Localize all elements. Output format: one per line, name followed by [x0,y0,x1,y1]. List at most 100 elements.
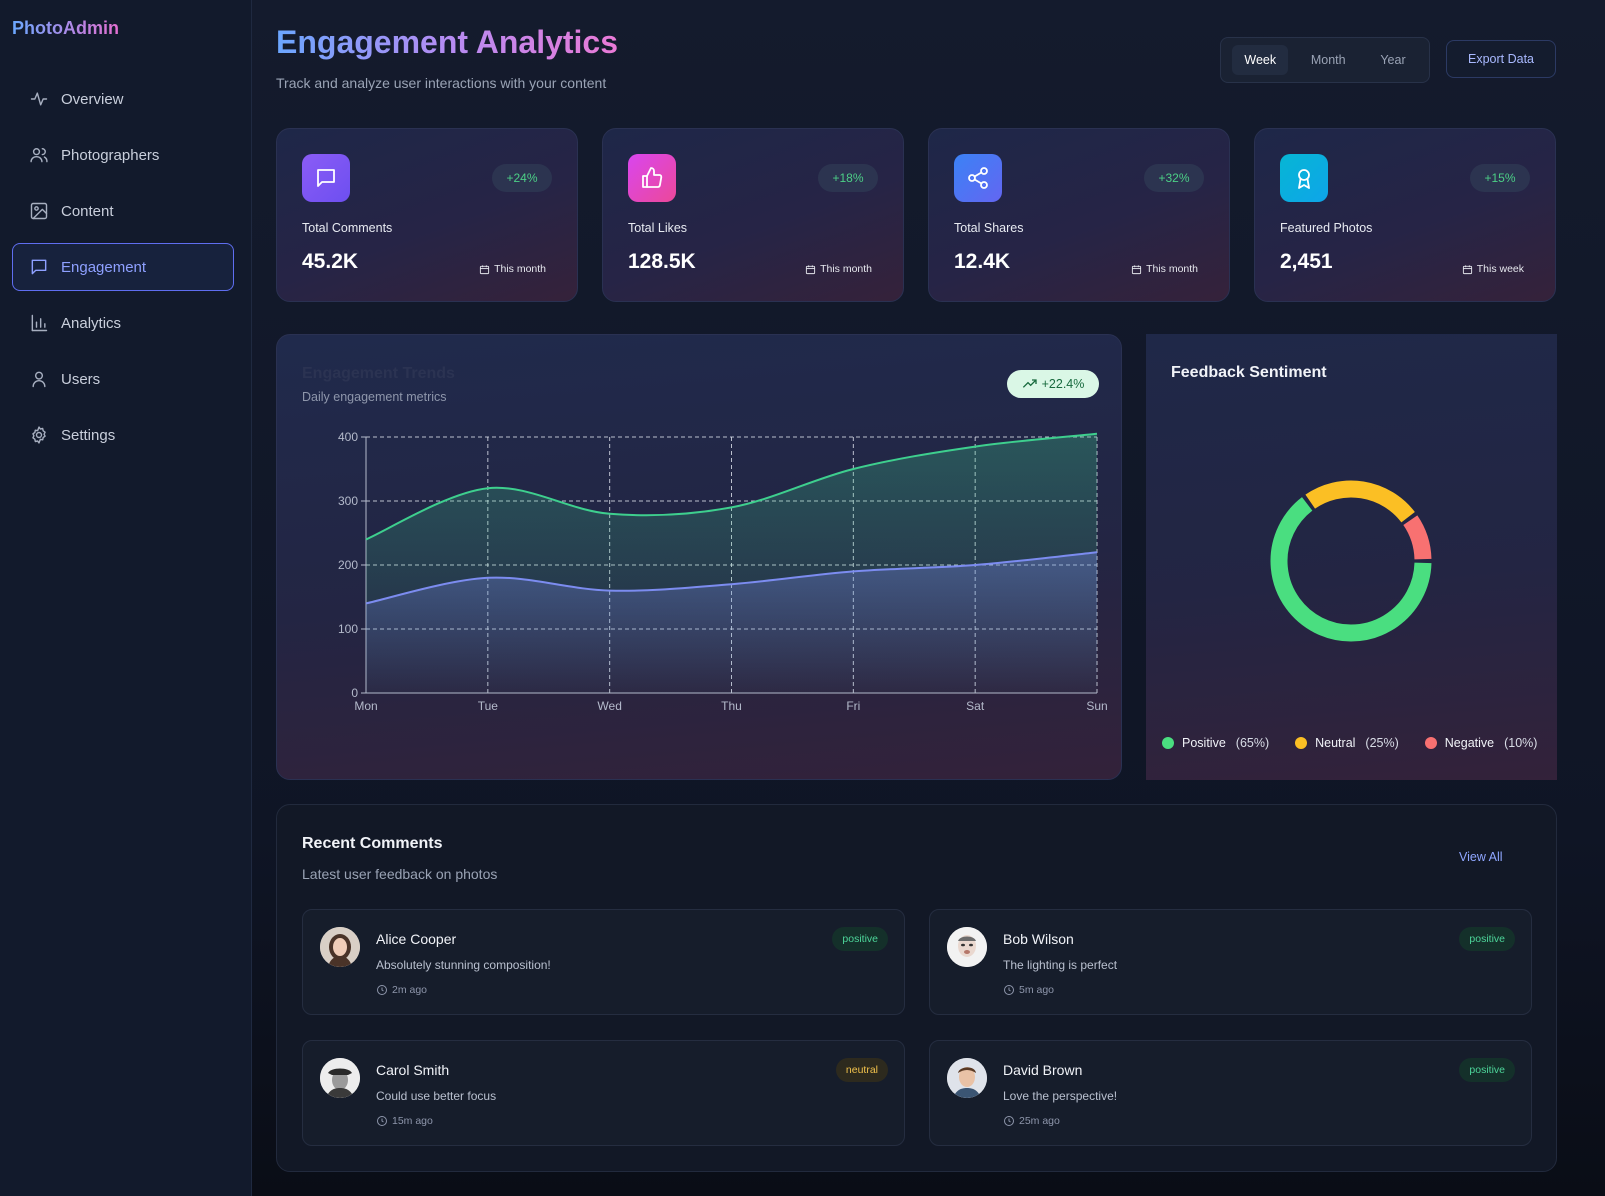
y-tick-label: 200 [338,558,358,572]
sidebar-item-users[interactable]: Users [12,355,234,403]
chart-title: Engagement Trends [302,365,455,382]
y-tick-label: 100 [338,622,358,636]
chart-subtitle: Daily engagement metrics [302,390,447,404]
y-tick-label: 0 [351,686,358,700]
y-tick-label: 300 [338,494,358,508]
sentiment-badge: positive [1459,927,1515,951]
sentiment-badge: neutral [835,1058,888,1082]
sidebar-item-photographers[interactable]: Photographers [12,131,234,179]
user-icon [32,371,46,388]
calendar-icon [805,264,816,274]
calendar-icon [1462,264,1472,274]
sidebar-item-label: Users [61,370,101,388]
page-title: Engagement Analytics [276,24,619,60]
commenter-name: Carol Smith [376,1062,450,1078]
legend-item-positive: Positive (65%) [1162,736,1269,750]
sentiment-badge: positive [832,927,888,951]
stat-card-featured[interactable]: +15% Featured Photos 2,451 This week [1254,128,1556,302]
comment-item[interactable]: David Brown Love the perspective! 25m ag… [929,1040,1532,1146]
sidebar-item-settings[interactable]: Settings [12,411,234,459]
stat-icon-box [1280,154,1328,202]
stat-period: This month [479,263,546,275]
avatar [320,1058,360,1098]
sidebar-item-content[interactable]: Content [12,187,234,235]
stat-icon-box [628,154,676,202]
stat-label: Featured Photos [1280,221,1373,235]
range-week-button[interactable]: Week [1232,45,1289,75]
sidebar-item-label: Analytics [61,314,122,332]
time-range-toggle: Week Month Year [1220,37,1430,83]
trend-change-badge: +22.4% [1007,370,1099,398]
stat-card-comments[interactable]: +24% Total Comments 45.2K This month [276,128,578,302]
clock-icon [1004,985,1014,995]
x-tick-label: Sun [1086,699,1107,713]
view-all-link[interactable]: View All [1459,850,1503,864]
legend-item-negative: Negative (10%) [1424,736,1537,750]
calendar-icon [1131,264,1142,274]
message-icon [317,169,335,187]
comment-item[interactable]: Carol Smith Could use better focus 15m a… [302,1040,905,1146]
avatar [947,1058,987,1098]
stat-period: This week [1462,263,1524,275]
trending-up-icon [1022,379,1037,388]
commenter-name: Alice Cooper [376,931,457,947]
bar-chart-icon [31,314,48,332]
clock-icon [377,1116,387,1126]
page-subtitle: Track and analyze user interactions with… [276,75,607,91]
thumbs-up-icon [642,167,663,188]
x-tick-label: Sat [966,699,985,713]
stat-label: Total Shares [954,221,1024,235]
main-content: Engagement Analytics Track and analyze u… [252,0,1605,1196]
stat-label: Total Comments [302,221,393,235]
comment-text: The lighting is perfect [1003,958,1118,972]
comment-time: 5m ago [1003,984,1054,996]
stat-change-badge: +18% [818,164,878,192]
x-tick-label: Mon [354,699,377,713]
activity-icon [30,92,48,106]
image-icon [30,202,48,220]
sidebar-item-engagement[interactable]: Engagement [12,243,234,291]
avatar [320,927,360,967]
legend-dot [1295,737,1308,749]
comments-subtitle: Latest user feedback on photos [302,866,498,882]
stat-card-likes[interactable]: +18% Total Likes 128.5K This month [602,128,904,302]
stat-card-shares[interactable]: +32% Total Shares 12.4K This month [928,128,1230,302]
x-tick-label: Wed [597,699,621,713]
commenter-name: David Brown [1003,1062,1083,1078]
x-tick-label: Tue [478,699,499,713]
sidebar-item-label: Overview [61,90,124,108]
comment-text: Could use better focus [376,1089,497,1103]
comments-title: Recent Comments [302,835,443,852]
share-icon [968,167,988,189]
comment-text: Absolutely stunning composition! [376,958,551,972]
y-tick-label: 400 [338,430,358,444]
legend-dot [1424,737,1437,749]
range-month-button[interactable]: Month [1299,45,1358,75]
sidebar-item-analytics[interactable]: Analytics [12,299,234,347]
donut-slice-negative [1403,515,1432,560]
brand-logo[interactable]: PhotoAdmin [12,18,119,39]
comment-time: 15m ago [376,1115,433,1127]
stat-icon-box [302,154,350,202]
sidebar-item-label: Photographers [61,146,160,164]
clock-icon [1004,1116,1014,1126]
export-data-button[interactable]: Export Data [1446,40,1556,78]
stat-change-badge: +15% [1470,164,1530,192]
message-icon [31,259,47,275]
legend-dot [1162,737,1174,749]
comment-item[interactable]: Bob Wilson The lighting is perfect 5m ag… [929,909,1532,1015]
comment-item[interactable]: Alice Cooper Absolutely stunning composi… [302,909,905,1015]
stat-period: This month [1131,263,1198,275]
legend-item-neutral: Neutral (25%) [1295,736,1399,750]
comment-text: Love the perspective! [1003,1089,1118,1103]
avatar [947,927,987,967]
x-tick-label: Fri [846,699,860,713]
clock-icon [377,985,387,995]
award-icon [1298,169,1310,189]
stat-change-badge: +32% [1144,164,1204,192]
stat-change-badge: +24% [492,164,552,192]
sidebar-item-overview[interactable]: Overview [12,75,234,123]
x-tick-label: Thu [721,699,742,713]
stat-value: 12.4K [954,250,1011,273]
range-year-button[interactable]: Year [1368,45,1417,75]
